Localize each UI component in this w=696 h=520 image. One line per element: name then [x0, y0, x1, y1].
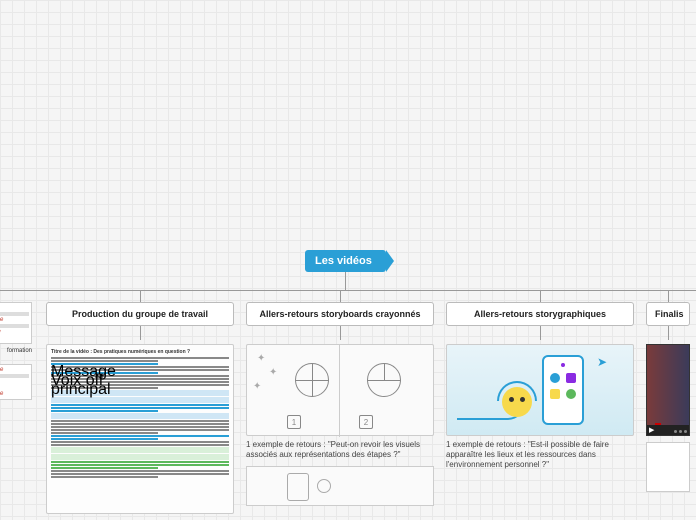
document-thumbnail[interactable]: Titre de la vidéo : Des pratiques numéri… — [46, 344, 234, 514]
branch-label: Allers-retours storyboards crayonnés — [259, 309, 420, 319]
branch-node[interactable]: Production du groupe de travail — [46, 302, 234, 326]
character-icon — [502, 387, 532, 417]
video-controls: ▶ — [647, 425, 689, 435]
star-icon: ✦ — [269, 367, 277, 378]
phone-icon — [542, 355, 584, 425]
storygraphic-thumbnail[interactable]: ➤ — [446, 344, 634, 436]
branches-row: Production du groupe de travail Titre de… — [0, 290, 696, 520]
connector — [540, 326, 541, 340]
branch-label: Allers-retours storygraphiques — [474, 309, 606, 319]
connector — [140, 290, 141, 302]
content-block — [646, 442, 690, 492]
branch-node[interactable]: Allers-retours storygraphiques — [446, 302, 634, 326]
branch-node[interactable]: Finalis — [646, 302, 690, 326]
branch-node[interactable]: Allers-retours storyboards crayonnés — [246, 302, 434, 326]
play-icon: ▶ — [649, 426, 654, 434]
sketch-thumbnail[interactable] — [246, 466, 434, 506]
branch-storygraphiques: Allers-retours storygraphiques ➤ 1 exemp… — [440, 290, 640, 470]
connector — [340, 290, 341, 302]
branch-finalisation: Finalis ▶ — [640, 290, 696, 492]
branch-production: Production du groupe de travail Titre de… — [40, 290, 240, 514]
connector — [345, 272, 346, 290]
connector — [668, 290, 669, 302]
branch-label: Finalis — [655, 309, 684, 319]
thumbnail-caption: 1 exemple de retours : "Peut-on revoir l… — [246, 440, 434, 460]
rocket-icon: ➤ — [597, 355, 607, 369]
connector — [540, 290, 541, 302]
connector — [340, 326, 341, 340]
branch-label: Production du groupe de travail — [72, 309, 208, 319]
star-icon: ✦ — [257, 353, 265, 364]
branch-storyboards: Allers-retours storyboards crayonnés ✦ ✦… — [240, 290, 440, 506]
thumbnail-caption: 1 exemple de retours : "Est-il possible … — [446, 440, 634, 470]
root-node[interactable]: Les vidéos — [305, 250, 386, 272]
sketch-thumbnail[interactable]: ✦ ✦ ✦ 1 2 — [246, 344, 434, 436]
video-thumbnail[interactable]: ▶ — [646, 344, 690, 436]
doc-subhead: Message principal — [51, 363, 158, 365]
root-label: Les vidéos — [315, 255, 372, 267]
doc-title: Titre de la vidéo : Des pratiques numéri… — [51, 349, 229, 355]
connector — [668, 326, 669, 340]
star-icon: ✦ — [253, 381, 261, 392]
connector — [140, 326, 141, 340]
